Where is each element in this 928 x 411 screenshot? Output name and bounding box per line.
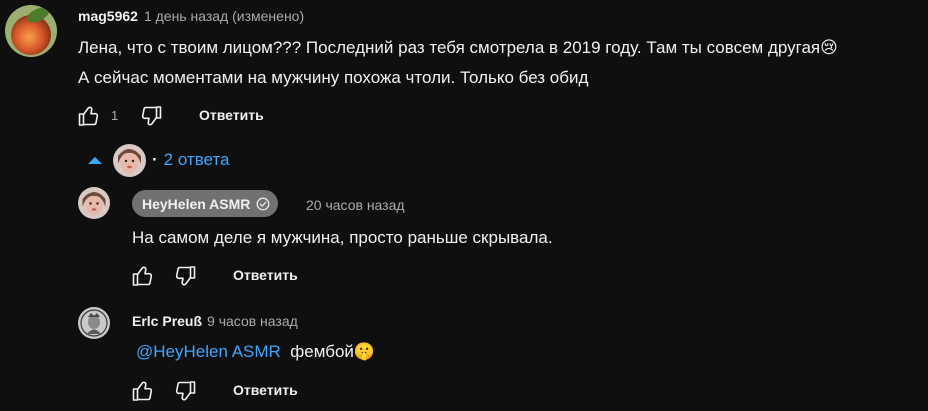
mention-link[interactable]: @HeyHelen ASMR bbox=[136, 342, 281, 361]
thumbs-down-icon bbox=[175, 381, 196, 401]
dislike-button[interactable] bbox=[139, 104, 163, 128]
thumbs-down-icon bbox=[175, 266, 196, 286]
like-button[interactable] bbox=[131, 264, 155, 288]
reply-author[interactable]: Erlc Preuß bbox=[132, 313, 202, 329]
shushing-emoji: 🤫 bbox=[353, 342, 376, 361]
dislike-button[interactable] bbox=[173, 264, 197, 288]
check-circle-icon bbox=[256, 197, 270, 211]
comment-timestamp[interactable]: 1 день назад (изменено) bbox=[144, 8, 304, 24]
thumbs-down-icon bbox=[141, 106, 162, 126]
avatar[interactable] bbox=[5, 5, 57, 57]
like-button[interactable] bbox=[131, 379, 155, 403]
author-chip[interactable]: HeyHelen ASMR bbox=[132, 190, 279, 217]
reply-button[interactable]: Ответить bbox=[233, 382, 298, 398]
comment-text: Лена, что с твоим лицом??? Последний раз… bbox=[78, 33, 838, 93]
like-count: 1 bbox=[111, 108, 119, 123]
reply-author: HeyHelen ASMR bbox=[142, 195, 251, 212]
comment-author[interactable]: mag5962 bbox=[78, 8, 138, 24]
reply-button[interactable]: Ответить bbox=[199, 107, 264, 123]
thumbs-up-icon bbox=[78, 106, 99, 126]
reply-timestamp[interactable]: 20 часов назад bbox=[306, 197, 405, 213]
comment-text-line1: Лена, что с твоим лицом??? Последний раз… bbox=[78, 38, 821, 57]
reply-text: @HeyHelen ASMR фембой🤫 bbox=[136, 337, 375, 367]
avatar[interactable] bbox=[78, 187, 110, 219]
comment-text-line2: А сейчас моментами на мужчину похожа что… bbox=[78, 68, 589, 87]
reply-timestamp[interactable]: 9 часов назад bbox=[207, 313, 298, 329]
sad-emoji: 😢 bbox=[820, 38, 838, 57]
thumbs-up-icon bbox=[132, 266, 153, 286]
thumbs-up-icon bbox=[132, 381, 153, 401]
replies-toggle[interactable]: · 2 ответа bbox=[86, 143, 230, 177]
reply-avatar-preview bbox=[113, 143, 146, 177]
replies-count-label: 2 ответа bbox=[163, 150, 230, 169]
replies-separator: · bbox=[152, 150, 158, 169]
reply-text: На самом деле я мужчина, просто раньше с… bbox=[132, 228, 553, 247]
caret-up-icon bbox=[86, 154, 104, 166]
dislike-button[interactable] bbox=[173, 379, 197, 403]
avatar[interactable] bbox=[78, 307, 110, 339]
reply-text-body: фембой bbox=[290, 342, 354, 361]
like-button[interactable] bbox=[77, 104, 101, 128]
reply-button[interactable]: Ответить bbox=[233, 267, 298, 283]
